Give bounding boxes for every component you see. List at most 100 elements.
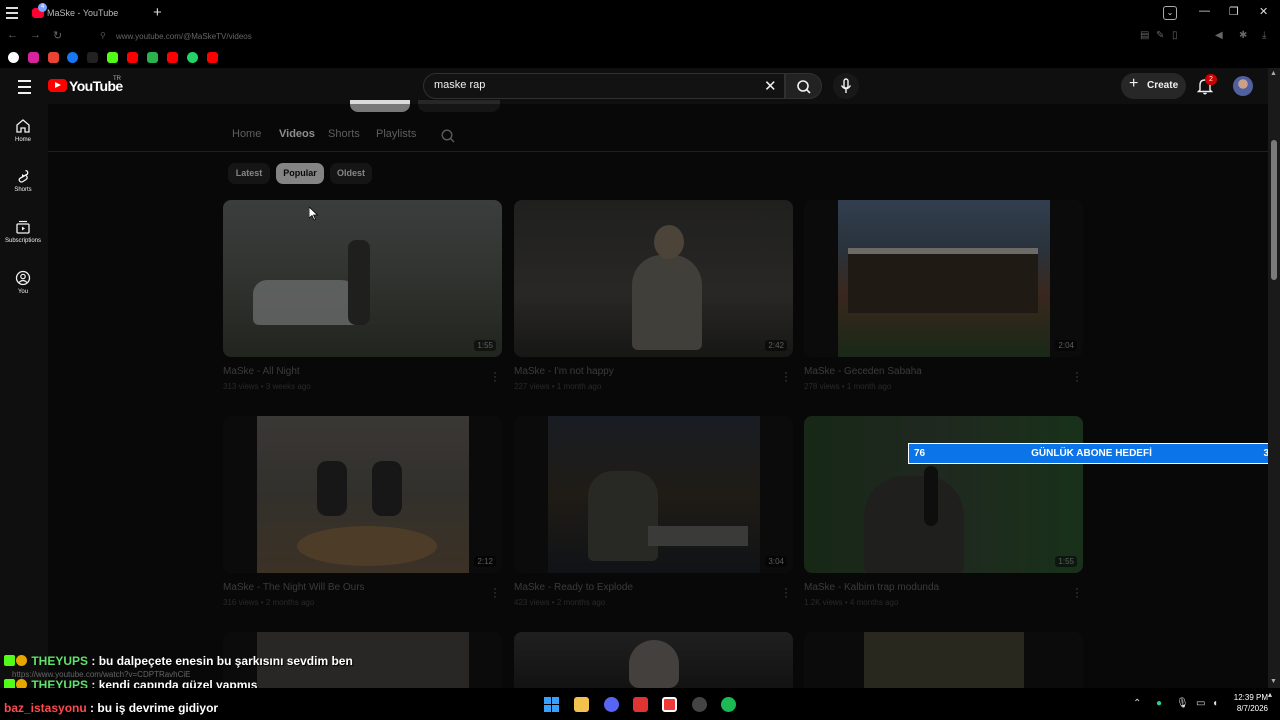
kick-bookmark-icon[interactable] xyxy=(107,52,118,63)
sidenav-item-home[interactable]: Home xyxy=(0,118,46,143)
video-more-icon[interactable]: · · · xyxy=(783,582,789,602)
obs-icon[interactable] xyxy=(692,697,707,712)
video-title[interactable]: MaSke - All Night xyxy=(223,366,300,377)
windows-start-icon[interactable] xyxy=(544,697,559,712)
video-thumbnail[interactable]: 2:42 xyxy=(514,200,793,357)
google-bookmark-icon[interactable] xyxy=(8,52,19,63)
browser-menu-icon[interactable] xyxy=(6,7,18,19)
new-tab-button[interactable]: + xyxy=(153,4,162,21)
bookmarks-bar xyxy=(0,46,1280,68)
tab-videos[interactable]: Videos xyxy=(279,128,315,140)
join-button-partial[interactable] xyxy=(418,100,500,112)
youtube-logo-icon[interactable] xyxy=(48,79,67,92)
video-duration: 1:55 xyxy=(1055,556,1077,567)
video-thumbnail[interactable]: 3:04 xyxy=(514,416,793,573)
filter-popular[interactable]: Popular xyxy=(276,163,324,184)
video-thumbnail[interactable]: 2:04 xyxy=(804,200,1083,357)
gmail-bookmark-icon[interactable] xyxy=(48,52,59,63)
microphone-tray-icon[interactable]: 🎙 xyxy=(1176,698,1189,709)
back-icon[interactable]: ← xyxy=(7,29,18,41)
chat-username: THEYUPS xyxy=(31,654,89,668)
file-explorer-icon[interactable] xyxy=(574,697,589,712)
video-title[interactable]: MaSke - Kalbim trap modunda xyxy=(804,582,939,593)
notification-center-icon[interactable]: ▴ xyxy=(1268,690,1272,699)
tab-list-dropdown-icon[interactable]: ⌄ xyxy=(1163,6,1177,20)
network-icon[interactable]: ▭ xyxy=(1196,698,1205,709)
youtube-studio-bookmark-icon[interactable] xyxy=(167,52,178,63)
youtube-music-bookmark-icon[interactable] xyxy=(207,52,218,63)
sidenav-label: Home xyxy=(14,137,31,143)
video-meta: 313 views • 3 weeks ago xyxy=(223,382,311,391)
video-thumbnail[interactable] xyxy=(514,632,793,688)
youtube-header: YouTube TR ✕ + Create 2 xyxy=(0,68,1268,104)
video-more-icon[interactable]: · · · xyxy=(1074,366,1080,386)
clock-date: 8/7/2026 xyxy=(1236,704,1268,713)
x-bookmark-icon[interactable] xyxy=(87,52,98,63)
scroll-down-icon[interactable]: ▼ xyxy=(1270,678,1277,685)
maximize-icon[interactable]: ❐ xyxy=(1229,5,1239,18)
search-button[interactable] xyxy=(785,73,822,99)
filter-oldest[interactable]: Oldest xyxy=(330,163,372,184)
you-icon xyxy=(15,270,31,286)
discord-icon[interactable] xyxy=(604,697,619,712)
account-avatar[interactable] xyxy=(1233,76,1253,96)
translate-icon[interactable]: ✎ xyxy=(1156,30,1164,41)
sidenav-item-shorts[interactable]: Shorts xyxy=(0,168,46,193)
sidenav-item-subscriptions[interactable]: Subscriptions xyxy=(0,219,46,244)
reload-icon[interactable]: ↻ xyxy=(53,29,62,42)
scroll-up-icon[interactable]: ▲ xyxy=(1270,70,1277,77)
close-window-icon[interactable]: ✕ xyxy=(1259,5,1268,18)
channel-search-icon[interactable] xyxy=(440,128,456,144)
audio-icon[interactable]: ◀ xyxy=(1215,30,1223,41)
vivaldi-icon[interactable] xyxy=(662,697,677,712)
video-title[interactable]: MaSke - Ready to Explode xyxy=(514,582,633,593)
extensions-icon[interactable]: ✱ xyxy=(1239,30,1247,41)
minimize-icon[interactable]: — xyxy=(1199,5,1210,17)
search-box[interactable]: ✕ xyxy=(423,73,785,99)
volume-icon[interactable]: ◖ xyxy=(1212,698,1218,709)
tab-home[interactable]: Home xyxy=(232,128,261,140)
video-title[interactable]: MaSke - Geceden Sabaha xyxy=(804,366,922,377)
tab-playlists[interactable]: Playlists xyxy=(376,128,416,140)
sidenav-item-you[interactable]: You xyxy=(0,270,46,295)
browser-tab-title[interactable]: MaSke - YouTube xyxy=(47,8,118,18)
tray-expand-icon[interactable]: ⌃ xyxy=(1133,698,1141,709)
instagram-bookmark-icon[interactable] xyxy=(28,52,39,63)
app-red-icon[interactable] xyxy=(633,697,648,712)
clear-search-icon[interactable]: ✕ xyxy=(764,77,777,95)
video-more-icon[interactable]: · · · xyxy=(783,366,789,386)
create-button[interactable]: + Create xyxy=(1121,73,1186,99)
filter-latest[interactable]: Latest xyxy=(228,163,270,184)
whatsapp-bookmark-icon[interactable] xyxy=(187,52,198,63)
subscribe-button-partial[interactable] xyxy=(350,100,410,112)
spotify-icon[interactable] xyxy=(721,697,736,712)
bookmark-icon[interactable]: ▯ xyxy=(1172,30,1178,41)
tray-app-icon[interactable]: ● xyxy=(1156,698,1162,709)
facebook-bookmark-icon[interactable] xyxy=(67,52,78,63)
video-more-icon[interactable]: · · · xyxy=(492,582,498,602)
url-field[interactable]: www.youtube.com/@MaSkeTV/videos xyxy=(116,32,252,41)
guide-menu-icon[interactable] xyxy=(18,80,31,98)
video-more-icon[interactable]: · · · xyxy=(1074,582,1080,602)
system-clock[interactable]: 12:39 PM 8/7/2026 xyxy=(1222,692,1268,714)
site-info-icon[interactable]: ⚲ xyxy=(100,31,106,40)
download-icon[interactable]: ⤓ xyxy=(1262,30,1266,41)
video-thumbnail[interactable]: 2:12 xyxy=(223,416,502,573)
page-scrollbar[interactable]: ▲ ▼ xyxy=(1268,68,1280,688)
forward-icon[interactable]: → xyxy=(30,29,41,41)
sheets-bookmark-icon[interactable] xyxy=(147,52,158,63)
voice-search-button[interactable] xyxy=(833,73,859,99)
video-more-icon[interactable]: · · · xyxy=(492,366,498,386)
video-title[interactable]: MaSke - The Night Will Be Ours xyxy=(223,582,365,593)
search-input[interactable] xyxy=(434,79,734,91)
video-thumbnail[interactable]: 1:55 xyxy=(223,200,502,357)
video-title[interactable]: MaSke - I'm not happy xyxy=(514,366,614,377)
youtube-bookmark-icon[interactable] xyxy=(127,52,138,63)
scrollbar-thumb[interactable] xyxy=(1271,140,1277,280)
video-thumbnail[interactable] xyxy=(804,632,1083,688)
tab-shorts[interactable]: Shorts xyxy=(328,128,360,140)
reader-mode-icon[interactable]: ▤ xyxy=(1140,30,1149,41)
notification-count-badge: 2 xyxy=(1205,74,1217,85)
video-thumbnail[interactable]: 1:55 xyxy=(804,416,1083,573)
video-meta: 227 views • 1 month ago xyxy=(514,382,602,391)
